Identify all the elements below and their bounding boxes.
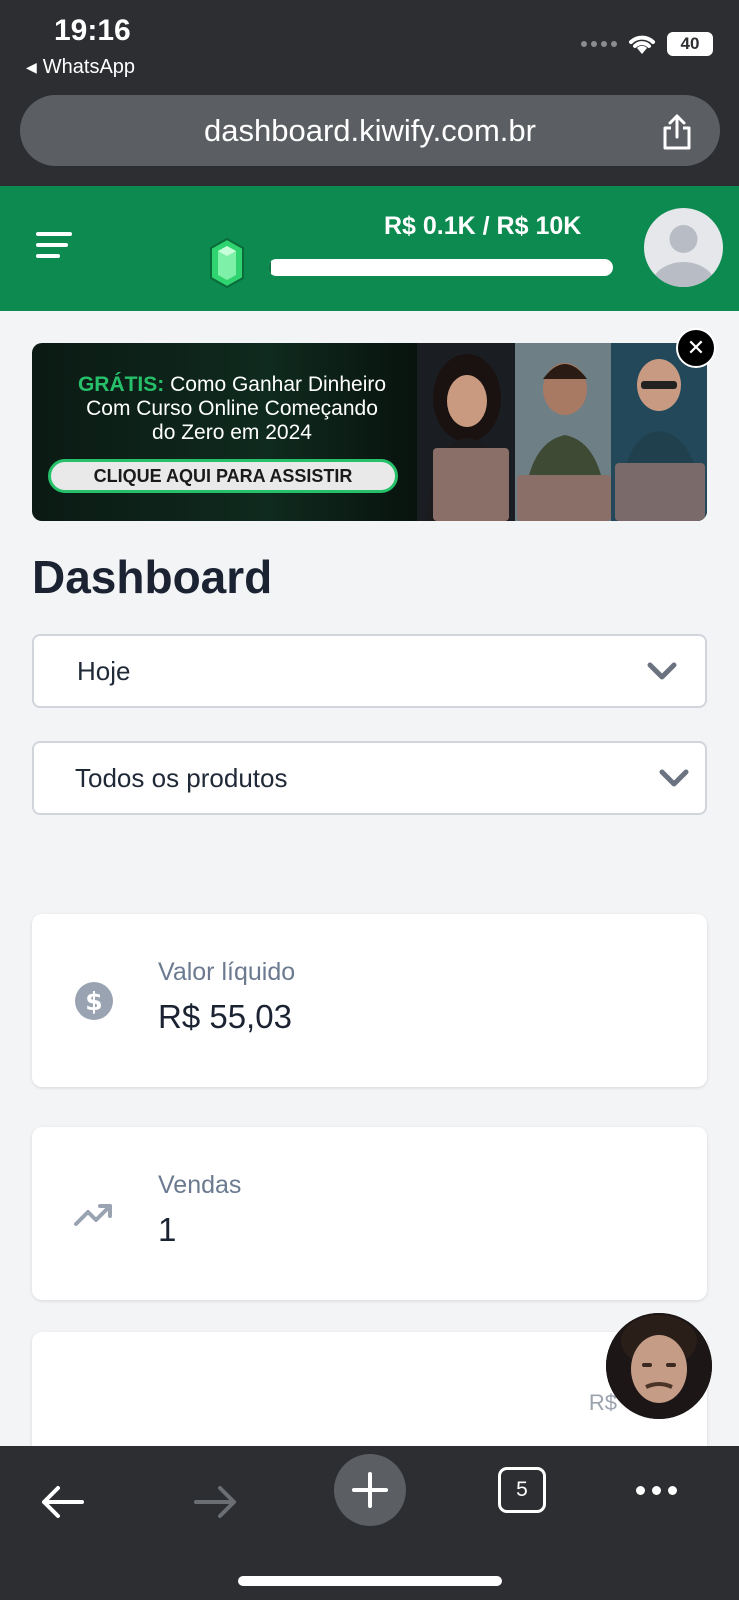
chevron-down-icon <box>647 662 677 680</box>
status-time: 19:16 <box>54 14 131 47</box>
status-indicators: 40 <box>581 32 713 56</box>
user-icon <box>651 225 716 287</box>
dollar-circle-icon: $ <box>75 982 113 1020</box>
browser-top-bar: 19:16 ◀ WhatsApp 40 dashboard.kiwify.com… <box>0 0 739 186</box>
period-select-value: Hoje <box>77 655 131 686</box>
new-tab-button[interactable] <box>334 1454 406 1526</box>
trending-up-icon <box>74 1204 112 1226</box>
app-header: R$ 0.1K / R$ 10K <box>0 186 739 311</box>
battery-icon: 40 <box>667 32 713 56</box>
revenue-goal-progress-fill <box>268 259 272 276</box>
promo-line-3: do Zero em 2024 <box>152 421 312 444</box>
arrow-left-icon <box>42 1486 84 1518</box>
close-icon: ✕ <box>686 335 706 360</box>
net-value-label: Valor líquido <box>158 958 296 986</box>
url-text: dashboard.kiwify.com.br <box>204 112 536 148</box>
promo-banner[interactable]: GRÁTIS: Como Ganhar Dinheiro Com Curso O… <box>32 343 707 521</box>
tabs-count-button[interactable]: 5 <box>498 1467 546 1513</box>
wifi-icon <box>629 35 655 54</box>
menu-icon[interactable] <box>36 232 76 266</box>
home-indicator <box>238 1576 502 1586</box>
promo-line-2: Com Curso Online Começando <box>86 397 378 420</box>
back-to-app-link[interactable]: ◀ WhatsApp <box>26 56 135 79</box>
back-app-label: WhatsApp <box>42 56 136 78</box>
plus-icon <box>352 1472 388 1508</box>
svg-text:$: $ <box>85 987 102 1016</box>
chevron-down-icon <box>659 769 689 787</box>
third-metric-card: R$ <box>32 1332 707 1462</box>
promo-banner-text: GRÁTIS: Como Ganhar Dinheiro Com Curso O… <box>52 373 412 445</box>
share-icon[interactable] <box>660 113 694 151</box>
browser-bottom-toolbar: 5 <box>0 1446 739 1600</box>
avatar[interactable] <box>644 208 723 287</box>
back-button[interactable] <box>32 1472 92 1532</box>
revenue-goal-text: R$ 0.1K / R$ 10K <box>384 212 582 240</box>
net-value-amount: R$ 55,03 <box>158 998 292 1035</box>
floating-video-bubble[interactable] <box>606 1313 712 1419</box>
url-bar[interactable]: dashboard.kiwify.com.br <box>20 95 720 166</box>
product-select[interactable]: Todos os produtos <box>32 741 707 815</box>
back-arrow-icon: ◀ <box>26 59 37 75</box>
sales-label: Vendas <box>158 1171 242 1199</box>
more-icon[interactable] <box>636 1486 677 1495</box>
promo-cta-button[interactable]: CLIQUE AQUI PARA ASSISTIR <box>48 459 398 493</box>
page-title: Dashboard <box>32 551 273 603</box>
forward-button[interactable] <box>186 1472 246 1532</box>
revenue-goal-progress <box>268 259 613 276</box>
presenter-face-image <box>606 1313 712 1419</box>
product-select-value: Todos os produtos <box>75 762 288 793</box>
signal-icon <box>581 41 617 47</box>
net-value-card: $ Valor líquido R$ 55,03 <box>32 914 707 1087</box>
period-select[interactable]: Hoje <box>32 634 707 708</box>
gem-icon <box>210 238 244 288</box>
sales-card: Vendas 1 <box>32 1127 707 1300</box>
promo-presenters-image <box>417 343 707 521</box>
close-banner-button[interactable]: ✕ <box>676 328 716 368</box>
promo-line-1: Como Ganhar Dinheiro <box>164 373 387 396</box>
sales-count: 1 <box>158 1211 177 1248</box>
arrow-right-icon <box>194 1486 236 1518</box>
promo-highlight: GRÁTIS: <box>77 373 165 396</box>
third-metric-partial-text: R$ <box>588 1390 617 1415</box>
